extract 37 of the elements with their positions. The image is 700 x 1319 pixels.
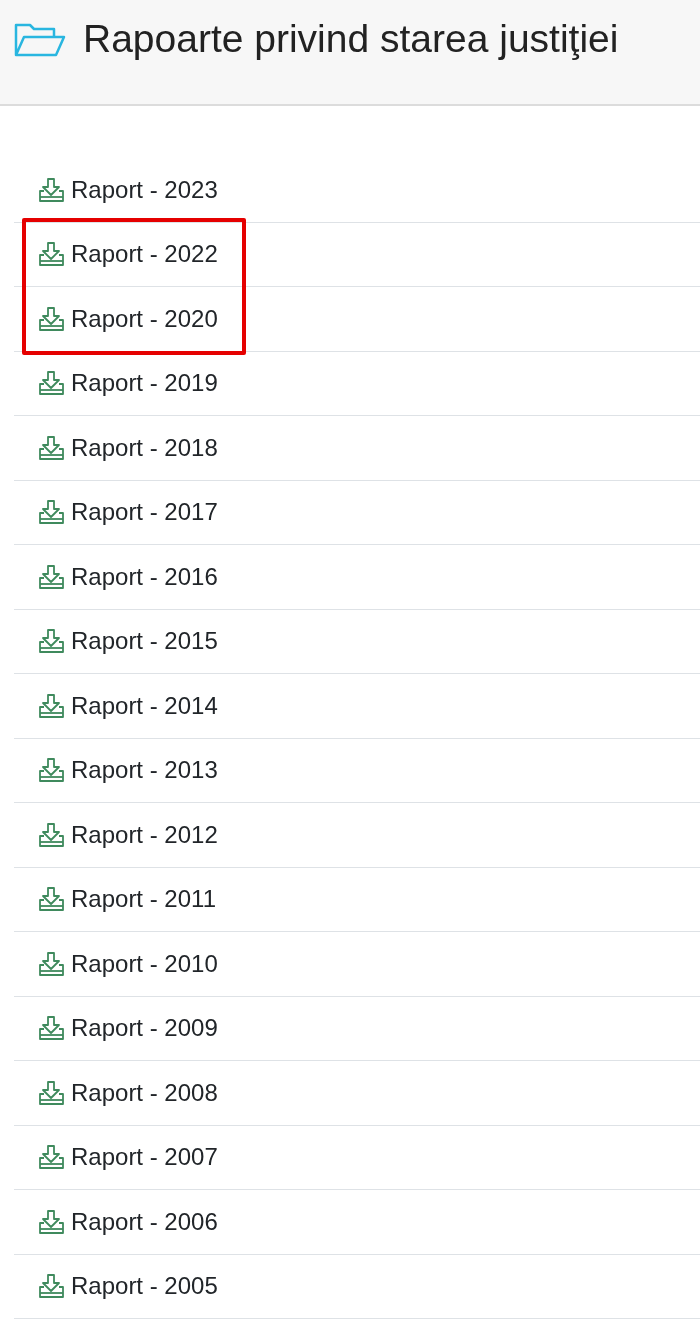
report-link[interactable]: Raport - 2020 <box>71 300 218 337</box>
download-icon <box>38 563 65 590</box>
report-link[interactable]: Raport - 2012 <box>71 816 218 853</box>
page-title: Rapoarte privind starea justiţiei <box>83 16 619 63</box>
report-link[interactable]: Raport - 2008 <box>71 1074 218 1111</box>
report-link[interactable]: Raport - 2018 <box>71 429 218 466</box>
report-link[interactable]: Raport - 2023 <box>71 171 218 208</box>
download-icon <box>38 757 65 784</box>
download-icon <box>38 1273 65 1300</box>
download-icon <box>38 1144 65 1171</box>
download-icon <box>38 950 65 977</box>
report-link[interactable]: Raport - 2022 <box>71 236 218 273</box>
report-link[interactable]: Raport - 2006 <box>71 1203 218 1240</box>
download-icon <box>38 628 65 655</box>
download-icon <box>38 434 65 461</box>
report-link[interactable]: Raport - 2005 <box>71 1268 218 1305</box>
report-link[interactable]: Raport - 2013 <box>71 752 218 789</box>
download-icon <box>38 821 65 848</box>
download-icon <box>38 886 65 913</box>
report-link[interactable]: Raport - 2015 <box>71 623 218 660</box>
report-link[interactable]: Raport - 2016 <box>71 558 218 595</box>
report-link[interactable]: Raport - 2019 <box>71 365 218 402</box>
download-icon <box>38 1079 65 1106</box>
download-icon <box>38 692 65 719</box>
download-icon <box>38 1015 65 1042</box>
report-link[interactable]: Raport - 2011 <box>71 881 216 918</box>
report-link[interactable]: Raport - 2007 <box>71 1139 218 1176</box>
download-icon <box>38 241 65 268</box>
download-icon <box>38 370 65 397</box>
download-icon <box>38 499 65 526</box>
report-link[interactable]: Raport - 2009 <box>71 1010 218 1047</box>
download-icon <box>38 176 65 203</box>
report-link[interactable]: Raport - 2014 <box>71 687 218 724</box>
report-link[interactable]: Raport - 2017 <box>71 494 218 531</box>
report-link[interactable]: Raport - 2010 <box>71 945 218 982</box>
download-icon <box>38 305 65 332</box>
download-icon <box>38 1208 65 1235</box>
